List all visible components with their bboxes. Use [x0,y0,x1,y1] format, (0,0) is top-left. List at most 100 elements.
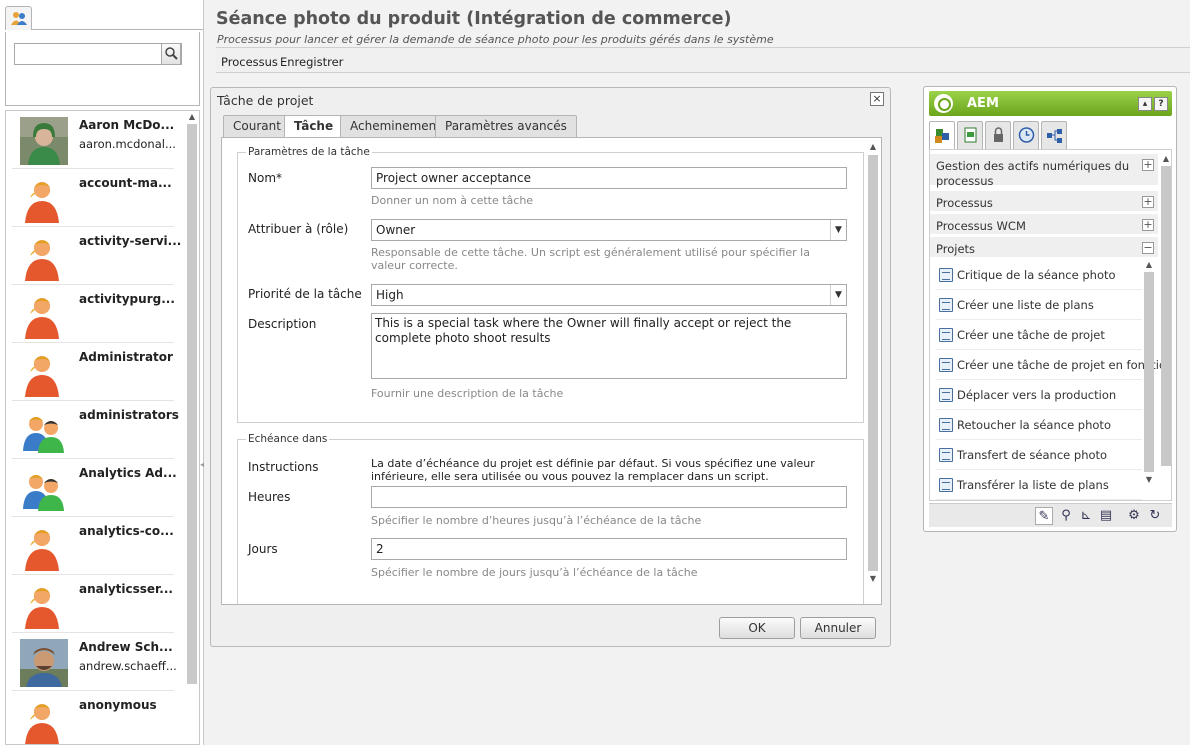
component-label: Créer une tâche de projet [957,328,1105,342]
component-item[interactable]: Transfert de séance photo [936,440,1142,470]
component-icon [939,268,953,282]
component-label: Retoucher la séance photo [957,418,1111,432]
user-search-input[interactable] [14,43,182,65]
priority-select[interactable]: High ▼ [371,284,847,306]
component-item[interactable]: Retoucher la séance photo [936,410,1142,440]
versioning-tab[interactable] [1013,121,1039,149]
edit-icon[interactable]: ✎ [1035,507,1053,525]
expand-icon[interactable]: + [1142,196,1154,208]
workflow-tab[interactable] [1041,121,1067,149]
user-list-item[interactable]: analyticsser... [12,575,174,633]
avatar [20,639,68,687]
name-label: Nom* [248,171,283,185]
page-subtitle: Processus pour lancer et gérer la demand… [217,33,774,46]
search-button[interactable] [161,43,181,65]
component-item[interactable]: Créer une tâche de projet en fonction [936,350,1171,380]
component-item[interactable]: Critique de la séance photo [936,260,1142,290]
name-hint: Donner un nom à cette tâche [371,194,534,207]
user-name: activitypurg... [79,292,175,306]
help-icon[interactable]: ? [1154,97,1168,111]
due-legend: Echéance dans [248,433,328,445]
save-button[interactable]: Enregistrer [280,55,343,69]
component-group[interactable]: Processus WCM + [930,214,1158,235]
ok-button[interactable]: OK [719,617,795,639]
component-icon [939,478,953,492]
dialog-scrollbar[interactable]: ▲ ▼ [867,141,879,603]
components-scrollbar[interactable]: ▲ ▼ [1143,260,1155,500]
scrollbar-thumb[interactable] [868,155,878,571]
user-list-item[interactable]: analytics-co... [12,517,174,575]
component-group[interactable]: Processus + [930,191,1158,212]
hours-field[interactable] [371,486,847,508]
chevron-down-icon[interactable]: ▼ [830,285,846,305]
name-field[interactable]: Project owner acceptance [371,167,847,189]
users-panel-tabbar [0,0,203,32]
collapse-icon[interactable]: − [1142,242,1154,254]
user-list-item[interactable]: activitypurg... [12,285,175,343]
scroll-up-icon[interactable]: ▲ [187,112,197,122]
user-list-item[interactable]: anonymous [12,691,174,744]
zoom-icon[interactable]: ⚲ [1057,507,1075,525]
ruler-icon[interactable]: ⊾ [1077,507,1095,525]
component-group[interactable]: Gestion des actifs numériques du process… [930,154,1158,188]
user-list-item[interactable]: Aaron McDo... aaron.mcdonal... [12,111,176,169]
page-tab[interactable] [957,121,983,149]
splitter-handle[interactable]: ◂ [200,460,204,469]
aem-logo-icon [934,94,953,113]
avatar [20,233,68,281]
refresh-icon[interactable]: ↻ [1146,507,1164,525]
user-list-scrollbar[interactable]: ▲ [187,112,197,744]
component-group[interactable]: Projets − [930,237,1158,258]
days-field[interactable]: 2 [371,538,847,560]
component-item[interactable]: Déplacer vers la production [936,380,1142,410]
user-list-item[interactable]: activity-servi... [12,227,181,285]
tab-parametres-avances[interactable]: Paramètres avancés [435,115,577,137]
user-list: Aaron McDo... aaron.mcdonal... account-ma.… [5,110,200,745]
user-list-item[interactable]: Administrator [12,343,174,401]
component-group-label: Projets [936,242,976,256]
users-tab[interactable] [5,6,32,30]
tab-tache[interactable]: Tâche [284,115,344,138]
workflow-icon [1047,129,1062,143]
assign-role-select[interactable]: Owner ▼ [371,219,847,241]
lock-icon [994,127,1003,142]
collapse-icon[interactable]: ▴ [1138,97,1152,111]
components-tab[interactable] [929,121,955,149]
user-list-item[interactable]: Andrew Sch... andrew.schaeff... [12,633,177,691]
expand-icon[interactable]: + [1142,219,1154,231]
description-textarea[interactable]: This is a special task where the Owner w… [371,313,847,379]
component-item[interactable]: Transférer la liste de plans [936,470,1142,500]
avatar [20,407,68,455]
sidekick-scrollbar[interactable]: ▲ [1160,154,1171,494]
user-name: Aaron McDo... [79,118,175,132]
days-label: Jours [248,542,278,556]
settings-icon[interactable]: ⚙ [1125,507,1143,525]
user-list-item[interactable]: account-ma... [12,169,174,227]
hours-label: Heures [248,490,291,504]
component-group-label: Processus WCM [936,219,1026,233]
user-list-item[interactable]: administrators [12,401,179,459]
sidekick-header[interactable]: AEM ▴ ? [929,91,1172,116]
instructions-label: Instructions [248,460,319,474]
cancel-button[interactable]: Annuler [800,617,876,639]
chevron-down-icon[interactable]: ▼ [830,220,846,240]
component-icon [939,298,953,312]
close-icon[interactable]: × [870,92,884,106]
avatar [20,117,68,165]
lock-tab[interactable] [985,121,1011,149]
page-title: Séance photo du produit (Intégration de … [216,9,732,29]
scroll-up-icon[interactable]: ▲ [867,141,879,153]
processus-menu[interactable]: Processus [221,55,278,69]
tab-courant[interactable]: Courant [223,115,291,137]
search-area [5,32,200,106]
component-item[interactable]: Créer une tâche de projet [936,320,1142,350]
expand-icon[interactable]: + [1142,159,1154,171]
component-item[interactable]: Créer une liste de plans [936,290,1142,320]
dialog-title: Tâche de projet [217,93,314,108]
scrollbar-thumb[interactable] [1161,166,1171,466]
scroll-down-icon[interactable]: ▼ [867,573,879,585]
scrollbar-thumb[interactable] [1144,272,1154,472]
user-list-item[interactable]: Analytics Ad... [12,459,177,517]
scrollbar-thumb[interactable] [187,124,197,684]
page-properties-icon[interactable]: ▤ [1097,507,1115,525]
